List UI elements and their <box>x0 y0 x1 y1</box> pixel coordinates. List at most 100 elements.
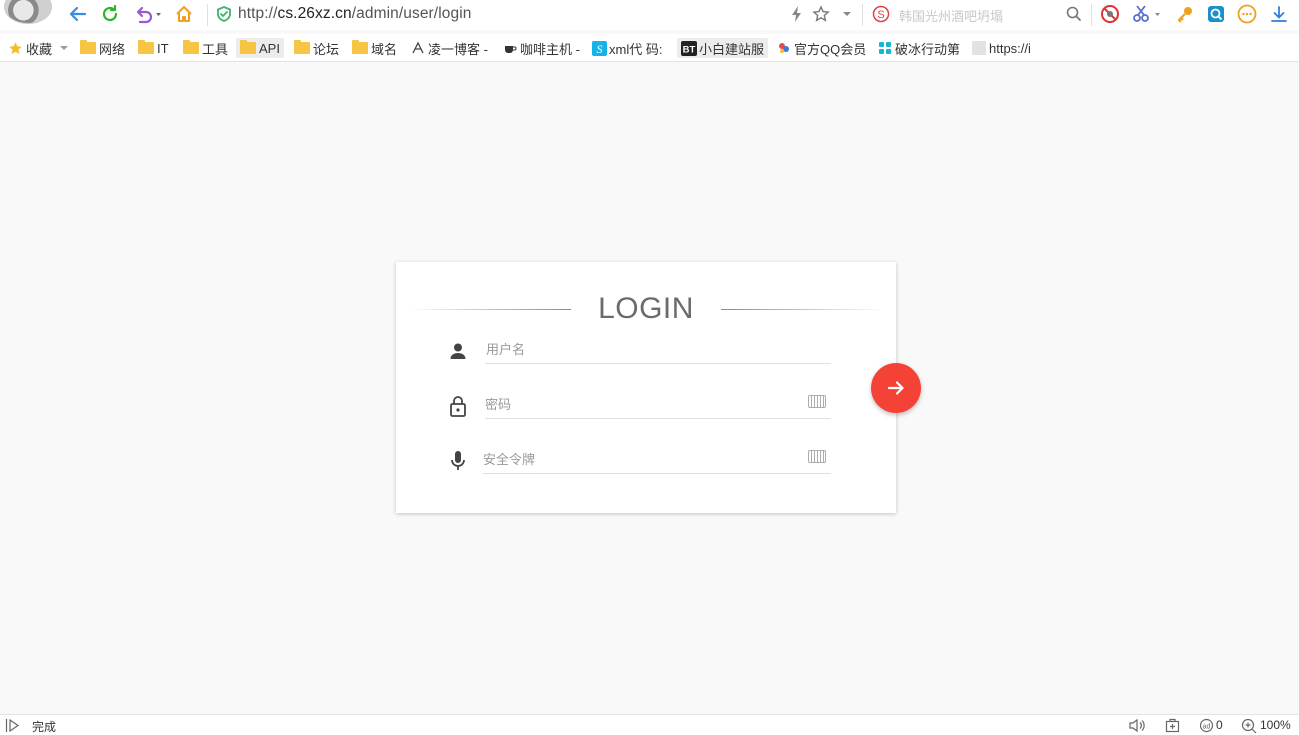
search-icon[interactable] <box>1066 6 1082 22</box>
zoom-level[interactable]: 100% <box>1260 718 1291 732</box>
site-icon <box>412 41 424 54</box>
page-icon <box>972 41 986 55</box>
status-text: 完成 <box>32 720 57 734</box>
folder-icon <box>294 40 310 54</box>
shield-check-icon <box>217 6 231 22</box>
chevron-down-icon <box>60 46 69 50</box>
bookmark-label: 凌一博客 - <box>428 41 488 57</box>
bookmark-bt-panel[interactable]: BT 小白建站服 <box>677 38 769 58</box>
svg-text:S: S <box>877 9 884 21</box>
password-manager-button[interactable] <box>1174 3 1196 25</box>
bookmark-star-button[interactable] <box>810 3 832 25</box>
bookmark-https[interactable]: https://i <box>972 38 1031 58</box>
refresh-icon <box>102 4 118 22</box>
svg-text:ad: ad <box>1203 724 1211 731</box>
refresh-button[interactable] <box>99 3 121 25</box>
folder-icon <box>240 40 256 54</box>
microphone-icon <box>451 451 465 470</box>
bookmark-label: 官方QQ会员 <box>794 41 867 57</box>
home-icon <box>176 6 192 22</box>
reader-button[interactable] <box>1205 3 1227 25</box>
token-input[interactable]: 安全令牌 <box>483 449 535 468</box>
lock-icon <box>450 396 466 417</box>
bookmark-label: xml代 码: <box>609 41 663 57</box>
folder-icon <box>183 40 199 54</box>
url-prefix: http:// <box>238 5 278 22</box>
ad-filter-icon[interactable]: ad <box>1199 718 1214 733</box>
status-bar: 完成 ad 0 100% <box>0 714 1299 735</box>
adblock-icon <box>1101 5 1119 23</box>
username-input[interactable]: 用户名 <box>486 339 525 358</box>
undo-icon <box>136 6 161 24</box>
bookmark-pobing[interactable]: 破冰行动第 <box>878 38 960 58</box>
lightning-icon <box>792 6 801 22</box>
url-host: cs.26xz.cn <box>277 5 352 22</box>
password-input[interactable]: 密码 <box>485 394 511 413</box>
user-icon <box>450 343 466 359</box>
bookmark-coffee-host[interactable]: 咖啡主机 - <box>503 38 580 58</box>
svg-text:S: S <box>597 42 603 56</box>
title-rule-right <box>721 309 886 310</box>
bookmark-favorites[interactable]: 收藏 <box>8 38 69 58</box>
sidebar-toggle-icon[interactable] <box>5 718 21 733</box>
search-engine-icon: S <box>872 5 890 23</box>
bookmark-folder-domain[interactable]: 域名 <box>352 38 397 58</box>
arrow-right-icon <box>887 381 904 395</box>
bookmark-label: IT <box>157 40 169 56</box>
bookmark-label: 收藏 <box>26 41 53 57</box>
speaker-icon[interactable] <box>1128 718 1146 733</box>
star-outline-icon <box>812 5 830 22</box>
adblock-button[interactable] <box>1099 3 1121 25</box>
keyboard-icon[interactable] <box>808 395 826 408</box>
url-path: /admin/user/login <box>351 5 472 22</box>
site-icon: S <box>592 40 607 56</box>
bookmark-folder-it[interactable]: IT <box>138 38 169 58</box>
screenshot-button[interactable] <box>1131 3 1161 25</box>
folder-icon <box>352 40 368 54</box>
home-button[interactable] <box>173 3 195 25</box>
download-button[interactable] <box>1268 3 1290 25</box>
search-input[interactable]: 韩国光州酒吧坍塌 <box>899 6 1003 25</box>
bt-icon: BT <box>681 40 697 56</box>
bookmark-qq-vip[interactable]: 官方QQ会员 <box>777 38 866 58</box>
keyboard-icon[interactable] <box>808 450 826 463</box>
screenshot-capture-icon[interactable] <box>1165 718 1180 733</box>
bookmark-folder-tools[interactable]: 工具 <box>183 38 228 58</box>
download-icon <box>1271 6 1287 22</box>
secure-site-badge[interactable] <box>213 3 235 25</box>
bookmark-folder-network[interactable]: 网络 <box>80 38 125 58</box>
block-count: 0 <box>1216 718 1223 732</box>
chevron-down-icon <box>843 12 851 16</box>
zoom-icon[interactable] <box>1241 718 1257 734</box>
back-button[interactable] <box>67 3 89 25</box>
speed-mode-button[interactable] <box>786 3 808 25</box>
bookmark-label: 论坛 <box>313 41 340 57</box>
folder-icon <box>80 40 96 54</box>
coffee-icon <box>505 46 517 53</box>
bookmark-folder-forum[interactable]: 论坛 <box>294 38 339 58</box>
search-box[interactable]: S 韩国光州酒吧坍塌 <box>872 3 1084 25</box>
bookmark-label: 域名 <box>371 41 398 57</box>
bookmark-label: 网络 <box>99 41 126 57</box>
folder-icon <box>138 40 154 54</box>
bookmark-folder-api[interactable]: API <box>236 38 284 58</box>
smiley-icon <box>1237 4 1257 24</box>
undo-close-button[interactable] <box>133 3 163 25</box>
key-icon <box>1177 7 1192 23</box>
bookmark-xml-code[interactable]: S xml代 码: <box>592 38 662 58</box>
bookmark-label: 工具 <box>202 41 229 57</box>
address-dropdown-button[interactable] <box>836 3 858 25</box>
bookmarks-bar: 收藏 网络 IT 工具 API 论坛 域名 凌一博客 - 咖啡主机 - S xm… <box>0 34 1299 62</box>
address-bar[interactable]: http://cs.26xz.cn/admin/user/login <box>238 5 471 23</box>
svg-text:BT: BT <box>683 44 696 55</box>
bookmark-label: https://i <box>989 40 1031 56</box>
bookmark-lingyi-blog[interactable]: 凌一博客 - <box>411 38 488 58</box>
site-icon <box>779 43 789 53</box>
token-underline <box>483 473 831 474</box>
profile-avatar[interactable] <box>4 0 52 24</box>
login-submit-button[interactable] <box>871 363 921 413</box>
bookmark-label: 破冰行动第 <box>895 41 961 57</box>
login-card: LOGIN 用户名 密码 安全令牌 <box>396 262 896 513</box>
emoji-button[interactable] <box>1236 3 1258 25</box>
bookmark-label: 小白建站服 <box>699 41 765 57</box>
